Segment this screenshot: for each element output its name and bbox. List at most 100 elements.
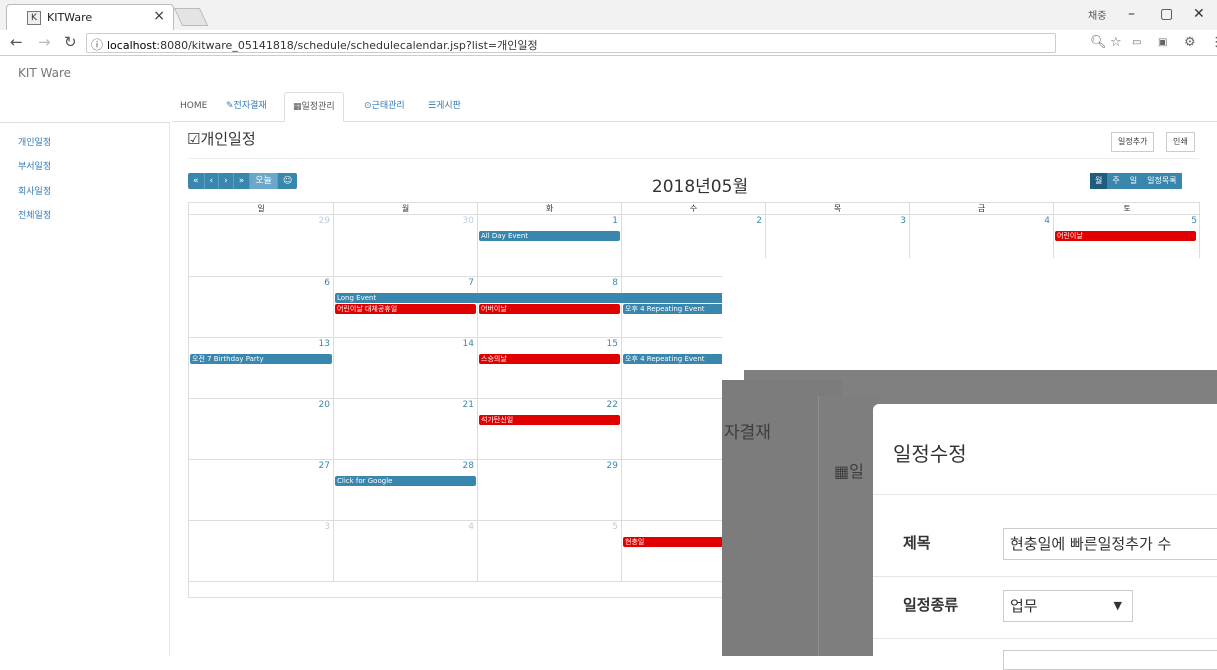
weekday-header: 월 <box>334 203 478 215</box>
extension-2-icon[interactable]: ▣ <box>1158 37 1167 48</box>
add-schedule-button[interactable]: 일정추가 <box>1111 132 1155 152</box>
event-google[interactable]: Click for Google <box>335 476 476 486</box>
day-cell[interactable]: 27 <box>189 460 334 521</box>
view-week-button[interactable]: 주 <box>1107 173 1124 189</box>
edit-icon: ✎ <box>226 101 234 111</box>
tab-close-icon[interactable]: × <box>153 8 165 24</box>
settings-gear-icon[interactable]: ⚙ <box>1184 35 1196 50</box>
minimize-icon[interactable]: – <box>1128 6 1135 22</box>
title-input[interactable]: 현충일에 빠른일정추가 수 <box>1003 528 1217 560</box>
next-field-input[interactable] <box>1003 650 1217 670</box>
calendar-icon: ▦ <box>293 102 302 112</box>
tab-attendance[interactable]: ⊙근태관리 <box>356 92 413 122</box>
weekday-header: 일 <box>189 203 334 215</box>
day-cell[interactable]: 20 <box>189 399 334 460</box>
prev-month-button[interactable]: ‹ <box>205 173 220 189</box>
reload-icon[interactable]: ↻ <box>64 33 77 51</box>
weekday-header: 수 <box>622 203 766 215</box>
event-parents-day[interactable]: 어버이날 <box>479 304 620 314</box>
browser-tab-title: KITWare <box>47 11 93 24</box>
next-year-button[interactable]: » <box>234 173 251 189</box>
weekday-header: 토 <box>1054 203 1200 215</box>
day-cell[interactable]: 30 <box>334 215 478 277</box>
event-childrens-day[interactable]: 어린이날 <box>1055 231 1196 241</box>
sidebar-item-all[interactable]: 전체일정 <box>18 208 51 221</box>
weekday-header: 화 <box>478 203 622 215</box>
print-button[interactable]: 인쇄 <box>1166 132 1195 152</box>
tab-home[interactable]: HOME <box>172 92 215 122</box>
title-label: 제목 <box>903 534 931 552</box>
day-cell[interactable]: 5 <box>478 521 622 582</box>
profile-name[interactable]: 채중 <box>1088 7 1106 22</box>
edit-schedule-modal: 일정수정 제목 현충일에 빠른일정추가 수 일정종류 업무 ▼ <box>873 404 1217 670</box>
today-button[interactable]: 오늘 <box>250 173 278 189</box>
favicon-icon: K <box>27 11 41 25</box>
forward-icon[interactable]: → <box>38 33 51 51</box>
view-day-button[interactable]: 일 <box>1125 173 1142 189</box>
type-select[interactable]: 업무 ▼ <box>1003 590 1133 622</box>
back-icon[interactable]: ← <box>10 33 23 51</box>
modal-divider <box>873 494 1217 495</box>
address-bar-row: ← → ↻ ⓘ localhost:8080/kitware_05141818/… <box>0 30 1217 56</box>
event-all-day[interactable]: All Day Event <box>479 231 620 241</box>
calendar-icon: ▦ <box>834 462 850 481</box>
smile-icon[interactable]: ☺ <box>278 173 297 189</box>
menu-icon[interactable]: ⋮ <box>1210 35 1217 50</box>
sidebar-item-department[interactable]: 부서일정 <box>18 159 51 172</box>
zoom-icon[interactable]: 🔍︎ <box>1090 35 1107 50</box>
type-label: 일정종류 <box>903 596 959 614</box>
event-buddha[interactable]: 석가탄신일 <box>479 415 620 425</box>
calendar-check-icon: ☑ <box>187 130 201 148</box>
tab-approval[interactable]: ✎전자결재 <box>218 92 275 122</box>
url-text: localhost:8080/kitware_05141818/schedule… <box>107 39 538 52</box>
day-cell[interactable]: 6 <box>189 277 334 338</box>
event-repeating[interactable]: 오후 4 Repeating Event <box>623 354 723 364</box>
day-cell[interactable]: 13 <box>189 338 334 399</box>
url-input[interactable]: ⓘ localhost:8080/kitware_05141818/schedu… <box>86 33 1056 53</box>
maximize-icon[interactable]: ▢ <box>1160 6 1173 22</box>
sidebar-item-personal[interactable]: 개인일정 <box>18 135 51 148</box>
next-month-button[interactable]: › <box>219 173 234 189</box>
event-long[interactable]: Long Event <box>335 293 725 303</box>
event-childrens-substitute[interactable]: 어린이날 대체공휴일 <box>335 304 476 314</box>
overlay-tab-2 <box>818 396 878 656</box>
modal-title: 일정수정 <box>893 442 967 466</box>
title-divider <box>187 158 1199 159</box>
event-birthday[interactable]: 오전 7 Birthday Party <box>190 354 332 364</box>
weekday-header: 목 <box>766 203 910 215</box>
event-repeating[interactable]: 오후 4 Repeating Event <box>623 304 723 314</box>
day-cell[interactable]: 14 <box>334 338 478 399</box>
day-cell[interactable]: 29 <box>478 460 622 521</box>
view-list-button[interactable]: 일정목록 <box>1142 173 1181 189</box>
extension-icon[interactable]: ▭ <box>1132 37 1141 48</box>
day-cell[interactable]: 28 <box>334 460 478 521</box>
window-close-icon[interactable]: ✕ <box>1193 6 1205 22</box>
list-icon: ☰ <box>428 101 437 111</box>
view-month-button[interactable]: 월 <box>1090 173 1108 189</box>
new-tab-button[interactable] <box>173 8 209 26</box>
dropdown-arrow-icon: ▼ <box>1113 599 1122 612</box>
tab-board[interactable]: ☰게시판 <box>420 92 469 122</box>
day-cell[interactable]: 4 <box>334 521 478 582</box>
calendar-nav: « ‹ › » 오늘 ☺ <box>188 173 298 189</box>
day-cell[interactable]: 29 <box>189 215 334 277</box>
main-nav-tabs: HOME ✎전자결재 ▦일정관리 ⊙근태관리 ☰게시판 <box>172 92 1217 122</box>
day-cell[interactable]: 22 <box>478 399 622 460</box>
tab-schedule[interactable]: ▦일정관리 <box>284 92 344 122</box>
modal-divider <box>873 638 1217 639</box>
day-cell[interactable]: 1 <box>478 215 622 277</box>
browser-tab[interactable]: K KITWare × <box>6 4 174 30</box>
clock-icon: ⊙ <box>364 101 372 111</box>
bookmark-star-icon[interactable]: ☆ <box>1110 35 1122 50</box>
sidebar-item-company[interactable]: 회사일정 <box>18 184 51 197</box>
app-brand[interactable]: KIT Ware <box>18 66 71 80</box>
day-cell[interactable]: 21 <box>334 399 478 460</box>
view-switcher: 월 주 일 일정목록 <box>1090 173 1182 189</box>
day-cell[interactable]: 3 <box>189 521 334 582</box>
event-memorial-day[interactable]: 현충일 <box>623 537 723 547</box>
page-title: ☑개인일정 <box>187 130 256 148</box>
event-teachers-day[interactable]: 스승의날 <box>479 354 620 364</box>
site-info-icon[interactable]: ⓘ <box>91 36 103 53</box>
day-cell[interactable]: 15 <box>478 338 622 399</box>
prev-year-button[interactable]: « <box>188 173 205 189</box>
